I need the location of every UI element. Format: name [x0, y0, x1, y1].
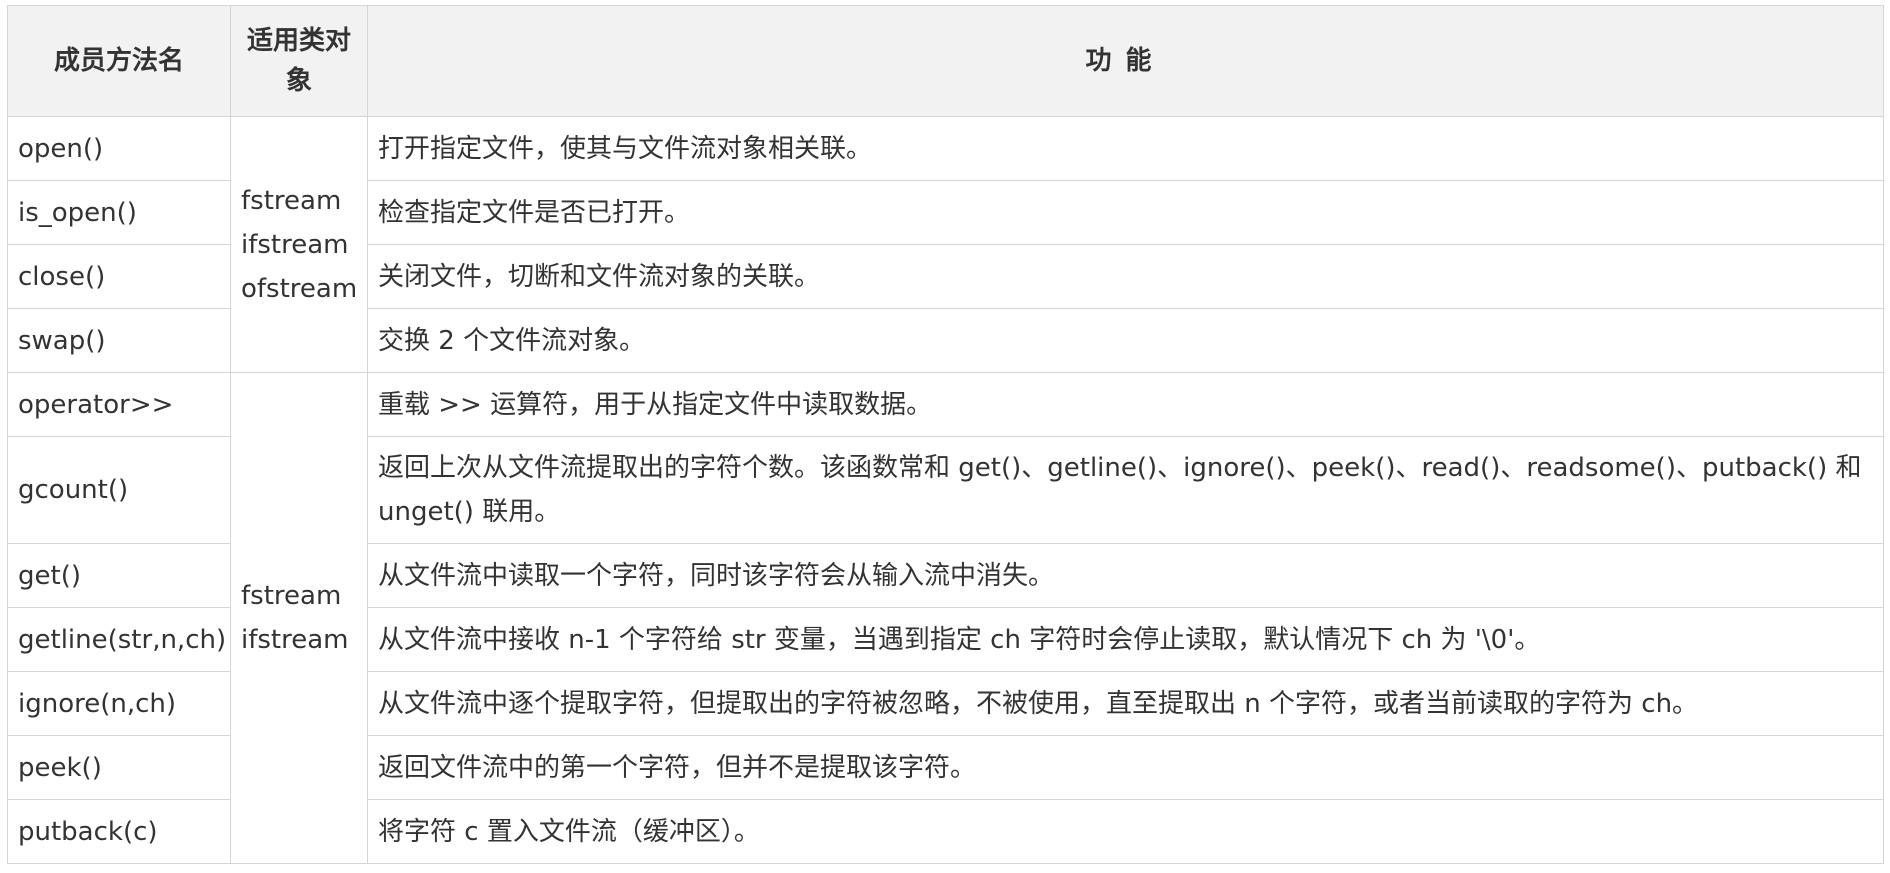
description-cell: 从文件流中逐个提取字符，但提取出的字符被忽略，不被使用，直至提取出 n 个字符，…	[367, 671, 1884, 736]
description-cell: 将字符 c 置入文件流（缓冲区）。	[367, 799, 1884, 864]
method-cell: operator>>	[7, 372, 231, 437]
method-cell: is_open()	[7, 180, 231, 245]
description-cell: 打开指定文件，使其与文件流对象相关联。	[367, 116, 1884, 181]
class-name: ifstream	[241, 229, 349, 260]
content-area: 成员方法名 适用类对象 功能 open() fstream ifstream o…	[7, 5, 1884, 864]
table-row: operator>> fstream ifstream 重载 >> 运算符，用于…	[7, 372, 1884, 864]
header-method-name: 成员方法名	[7, 5, 231, 117]
description-cell: 关闭文件，切断和文件流对象的关联。	[367, 244, 1884, 309]
description-cell: 从文件流中接收 n-1 个字符给 str 变量，当遇到指定 ch 字符时会停止读…	[367, 607, 1884, 672]
method-cell: getline(str,n,ch)	[7, 607, 231, 672]
header-applicable-class: 适用类对象	[230, 5, 368, 117]
applicable-class-cell: fstream ifstream ofstream	[230, 116, 368, 373]
method-cell: peek()	[7, 735, 231, 800]
description-cell: 交换 2 个文件流对象。	[367, 308, 1884, 373]
class-name: ifstream	[241, 625, 349, 655]
header-row: 成员方法名 适用类对象 功能	[7, 5, 1884, 117]
description-cell: 返回上次从文件流提取出的字符个数。该函数常和 get()、getline()、i…	[367, 436, 1884, 544]
method-cell: get()	[7, 543, 231, 608]
member-methods-table: 成员方法名 适用类对象 功能 open() fstream ifstream o…	[7, 5, 1884, 864]
method-cell: open()	[7, 116, 231, 181]
header-function: 功能	[367, 5, 1884, 117]
class-name: ofstream	[241, 273, 358, 304]
applicable-class-cell: fstream ifstream	[230, 372, 368, 864]
description-cell: 返回文件流中的第一个字符，但并不是提取该字符。	[367, 735, 1884, 800]
description-cell: 检查指定文件是否已打开。	[367, 180, 1884, 245]
description-cell: 从文件流中读取一个字符，同时该字符会从输入流中消失。	[367, 543, 1884, 608]
method-cell: ignore(n,ch)	[7, 671, 231, 736]
method-cell: putback(c)	[7, 799, 231, 864]
method-cell: gcount()	[7, 436, 231, 544]
class-name: fstream	[241, 185, 342, 216]
method-cell: swap()	[7, 308, 231, 373]
method-cell: close()	[7, 244, 231, 309]
class-name: fstream	[241, 581, 342, 611]
table-row: open() fstream ifstream ofstream 打开指定文件，…	[7, 116, 1884, 373]
description-cell: 重载 >> 运算符，用于从指定文件中读取数据。	[367, 372, 1884, 437]
